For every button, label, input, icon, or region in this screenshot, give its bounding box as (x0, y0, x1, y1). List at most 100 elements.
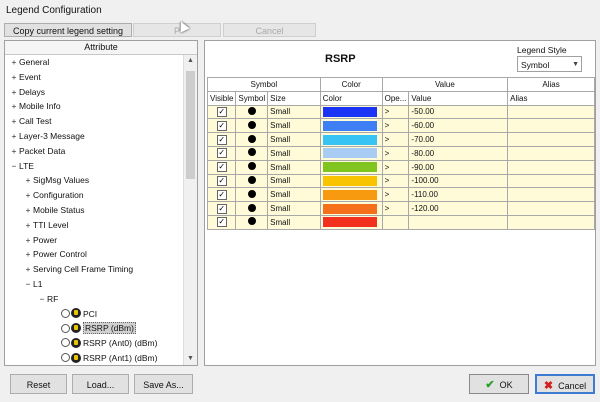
copy-legend-button[interactable]: Copy current legend setting (4, 23, 132, 37)
expand-icon[interactable]: + (23, 247, 33, 262)
value-cell[interactable] (408, 214, 509, 230)
color-cell[interactable] (319, 132, 383, 147)
value-cell[interactable]: -80.00 (408, 145, 509, 161)
color-cell[interactable] (319, 159, 383, 175)
value-cell[interactable]: -60.00 (408, 118, 509, 134)
legend-row[interactable]: ✓ Small > -110.00 (206, 187, 595, 203)
symbol-cell[interactable] (235, 145, 269, 161)
visible-checkbox[interactable]: ✓ (216, 162, 227, 173)
visible-checkbox[interactable]: ✓ (216, 203, 227, 214)
legend-style-select[interactable]: Symbol ▼ (517, 56, 582, 72)
expand-icon[interactable]: + (23, 173, 33, 188)
legend-row[interactable]: ✓ Small > -60.00 (206, 118, 595, 134)
size-cell[interactable]: Small (267, 201, 321, 216)
visible-checkbox[interactable]: ✓ (216, 120, 227, 131)
tree-item[interactable]: − RF (5, 292, 184, 307)
expand-icon[interactable]: + (9, 114, 19, 129)
tree-item[interactable]: + Delays (5, 85, 184, 100)
color-cell[interactable] (319, 104, 383, 120)
alias-cell[interactable] (507, 187, 595, 203)
expand-icon[interactable]: + (23, 233, 33, 248)
visible-checkbox[interactable]: ✓ (216, 134, 227, 145)
scroll-up-icon[interactable]: ▲ (184, 55, 197, 67)
operator-cell[interactable]: > (381, 187, 410, 203)
expand-icon[interactable]: + (23, 203, 33, 218)
size-cell[interactable]: Small (267, 214, 321, 230)
value-cell[interactable]: -120.00 (408, 201, 509, 216)
tree-item[interactable]: − L1 (5, 277, 184, 292)
tree-item[interactable]: + Mobile Status (5, 203, 184, 218)
legend-row[interactable]: ✓ Small > -100.00 (206, 173, 595, 189)
alias-cell[interactable] (507, 214, 595, 230)
expand-icon[interactable]: + (9, 70, 19, 85)
visible-checkbox[interactable]: ✓ (216, 148, 227, 159)
alias-cell[interactable] (507, 145, 595, 161)
save-as-button[interactable]: Save As... (134, 374, 193, 394)
load-button[interactable]: Load... (72, 374, 129, 394)
reset-button[interactable]: Reset (10, 374, 67, 394)
alias-cell[interactable] (507, 173, 595, 189)
color-cell[interactable] (319, 201, 383, 216)
color-cell[interactable] (319, 214, 383, 230)
operator-cell[interactable] (381, 214, 410, 230)
tree-item[interactable]: + General (5, 55, 184, 70)
legend-row[interactable]: ✓ Small > -90.00 (206, 159, 595, 175)
alias-cell[interactable] (507, 159, 595, 175)
size-cell[interactable]: Small (267, 159, 321, 175)
chevron-down-icon[interactable]: ▼ (572, 57, 579, 73)
tree-item[interactable]: RSRP (Ant0) (dBm) (5, 336, 184, 351)
collapse-icon[interactable]: − (23, 277, 33, 292)
operator-cell[interactable]: > (381, 118, 410, 134)
tree-item[interactable]: + Packet Data (5, 144, 184, 159)
ok-button[interactable]: ✔ OK (469, 374, 529, 394)
symbol-cell[interactable] (235, 132, 269, 147)
value-cell[interactable]: -50.00 (408, 104, 509, 120)
alias-cell[interactable] (507, 132, 595, 147)
expand-icon[interactable]: + (23, 218, 33, 233)
tree-item[interactable]: RSRP (dBm) (5, 321, 184, 336)
size-cell[interactable]: Small (267, 145, 321, 161)
size-cell[interactable]: Small (267, 118, 321, 134)
value-cell[interactable]: -90.00 (408, 159, 509, 175)
alias-cell[interactable] (507, 201, 595, 216)
color-cell[interactable] (319, 173, 383, 189)
symbol-cell[interactable] (235, 104, 269, 120)
legend-row[interactable]: ✓ Small > -50.00 (206, 104, 595, 120)
operator-cell[interactable]: > (381, 201, 410, 216)
visible-checkbox[interactable]: ✓ (216, 217, 227, 228)
tree-item[interactable]: + Configuration (5, 188, 184, 203)
symbol-cell[interactable] (235, 159, 269, 175)
tree-item[interactable]: + Layer-3 Message (5, 129, 184, 144)
operator-cell[interactable]: > (381, 173, 410, 189)
alias-cell[interactable] (507, 118, 595, 134)
value-cell[interactable]: -110.00 (408, 187, 509, 203)
tree-item[interactable]: RSRP (Ant1) (dBm) (5, 351, 184, 365)
tree-item[interactable]: + TTI Level (5, 218, 184, 233)
tree-item[interactable]: PCI (5, 307, 184, 322)
symbol-cell[interactable] (235, 187, 269, 203)
color-cell[interactable] (319, 145, 383, 161)
tree-item[interactable]: + Power (5, 233, 184, 248)
visible-checkbox[interactable]: ✓ (216, 175, 227, 186)
operator-cell[interactable]: > (381, 145, 410, 161)
scroll-thumb[interactable] (186, 71, 195, 179)
value-cell[interactable]: -100.00 (408, 173, 509, 189)
collapse-icon[interactable]: − (37, 292, 47, 307)
cancel-button[interactable]: ✖ Cancel (535, 374, 595, 394)
expand-icon[interactable]: + (23, 188, 33, 203)
symbol-cell[interactable] (235, 118, 269, 134)
size-cell[interactable]: Small (267, 104, 321, 120)
legend-row[interactable]: ✓ Small > -70.00 (206, 132, 595, 147)
legend-row[interactable]: ✓ Small > -120.00 (206, 201, 595, 216)
size-cell[interactable]: Small (267, 187, 321, 203)
color-cell[interactable] (319, 118, 383, 134)
scroll-down-icon[interactable]: ▼ (184, 353, 197, 365)
attribute-tree[interactable]: Attribute + General + Event + Delays + Mobile I… (4, 40, 198, 366)
tree-item[interactable]: + Event (5, 70, 184, 85)
operator-cell[interactable]: > (381, 104, 410, 120)
color-cell[interactable] (319, 187, 383, 203)
symbol-cell[interactable] (235, 214, 269, 230)
disabled-cancel-toolbar-button[interactable]: Cancel (223, 23, 316, 37)
expand-icon[interactable]: + (9, 99, 19, 114)
expand-icon[interactable]: + (9, 55, 19, 70)
